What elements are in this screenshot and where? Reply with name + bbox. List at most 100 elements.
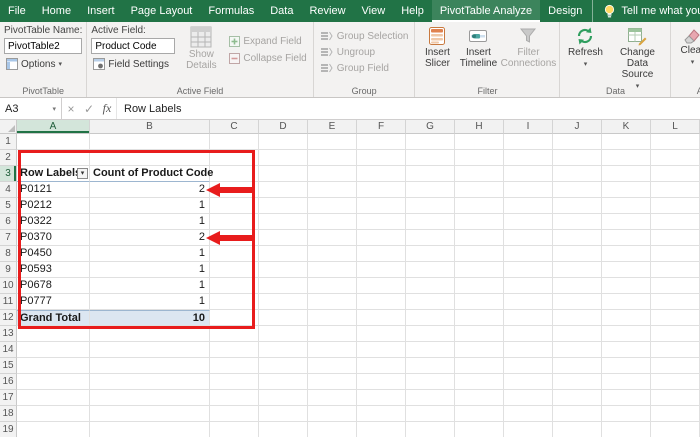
cell-J12[interactable] <box>553 310 602 326</box>
cell-I11[interactable] <box>504 294 553 310</box>
tab-formulas[interactable]: Formulas <box>200 0 262 22</box>
cell-B11[interactable]: 1 <box>90 294 210 310</box>
cell-F1[interactable] <box>357 134 406 150</box>
tab-design[interactable]: Design <box>540 0 590 22</box>
cell-I14[interactable] <box>504 342 553 358</box>
cell-D17[interactable] <box>259 390 308 406</box>
cell-G14[interactable] <box>406 342 455 358</box>
cell-K3[interactable] <box>602 166 651 182</box>
cell-D4[interactable] <box>259 182 308 198</box>
cell-F9[interactable] <box>357 262 406 278</box>
cell-E15[interactable] <box>308 358 357 374</box>
tab-home[interactable]: Home <box>34 0 79 22</box>
insert-timeline-button[interactable]: Insert Timeline <box>457 25 499 70</box>
cell-L16[interactable] <box>651 374 700 390</box>
row-header-9[interactable]: 9 <box>0 262 17 278</box>
row-header-13[interactable]: 13 <box>0 326 17 342</box>
column-header-I[interactable]: I <box>504 120 553 134</box>
cell-K5[interactable] <box>602 198 651 214</box>
cell-E8[interactable] <box>308 246 357 262</box>
cell-E16[interactable] <box>308 374 357 390</box>
cell-C9[interactable] <box>210 262 259 278</box>
cell-A5[interactable]: P0212 <box>17 198 90 214</box>
cell-C13[interactable] <box>210 326 259 342</box>
cell-F2[interactable] <box>357 150 406 166</box>
column-header-F[interactable]: F <box>357 120 406 134</box>
expand-field-button[interactable]: Expand Field <box>227 35 308 48</box>
cell-D18[interactable] <box>259 406 308 422</box>
cancel-button[interactable]: × <box>62 98 80 119</box>
cell-I19[interactable] <box>504 422 553 437</box>
cell-J15[interactable] <box>553 358 602 374</box>
cell-L5[interactable] <box>651 198 700 214</box>
cell-E5[interactable] <box>308 198 357 214</box>
cell-K14[interactable] <box>602 342 651 358</box>
cell-K11[interactable] <box>602 294 651 310</box>
cell-F3[interactable] <box>357 166 406 182</box>
cell-K18[interactable] <box>602 406 651 422</box>
cell-D15[interactable] <box>259 358 308 374</box>
cell-J7[interactable] <box>553 230 602 246</box>
cell-G18[interactable] <box>406 406 455 422</box>
cell-K12[interactable] <box>602 310 651 326</box>
cell-L10[interactable] <box>651 278 700 294</box>
cell-A17[interactable] <box>17 390 90 406</box>
row-header-2[interactable]: 2 <box>0 150 17 166</box>
row-header-17[interactable]: 17 <box>0 390 17 406</box>
cell-G3[interactable] <box>406 166 455 182</box>
cell-B1[interactable] <box>90 134 210 150</box>
cell-L8[interactable] <box>651 246 700 262</box>
cell-K4[interactable] <box>602 182 651 198</box>
cell-A13[interactable] <box>17 326 90 342</box>
cell-F17[interactable] <box>357 390 406 406</box>
cell-A4[interactable]: P0121 <box>17 182 90 198</box>
cell-G10[interactable] <box>406 278 455 294</box>
chevron-down-icon[interactable]: ▾ <box>52 105 56 113</box>
cell-K1[interactable] <box>602 134 651 150</box>
cell-D6[interactable] <box>259 214 308 230</box>
cell-C7[interactable] <box>210 230 259 246</box>
cell-L12[interactable] <box>651 310 700 326</box>
cell-B13[interactable] <box>90 326 210 342</box>
cell-B9[interactable]: 1 <box>90 262 210 278</box>
cell-F16[interactable] <box>357 374 406 390</box>
row-header-19[interactable]: 19 <box>0 422 17 437</box>
cell-A11[interactable]: P0777 <box>17 294 90 310</box>
cell-E4[interactable] <box>308 182 357 198</box>
cell-C15[interactable] <box>210 358 259 374</box>
cell-K13[interactable] <box>602 326 651 342</box>
cell-H3[interactable] <box>455 166 504 182</box>
cell-H2[interactable] <box>455 150 504 166</box>
cell-B15[interactable] <box>90 358 210 374</box>
cell-C12[interactable] <box>210 310 259 326</box>
cell-C4[interactable] <box>210 182 259 198</box>
column-header-G[interactable]: G <box>406 120 455 134</box>
cell-B4[interactable]: 2 <box>90 182 210 198</box>
cell-D2[interactable] <box>259 150 308 166</box>
cell-I8[interactable] <box>504 246 553 262</box>
cell-B5[interactable]: 1 <box>90 198 210 214</box>
cell-G15[interactable] <box>406 358 455 374</box>
row-header-14[interactable]: 14 <box>0 342 17 358</box>
insert-slicer-button[interactable]: Insert Slicer <box>419 25 455 70</box>
row-header-5[interactable]: 5 <box>0 198 17 214</box>
cell-F19[interactable] <box>357 422 406 437</box>
cell-B3[interactable]: Count of Product Code <box>90 166 213 182</box>
select-all-corner[interactable] <box>0 120 17 134</box>
cell-E12[interactable] <box>308 310 357 326</box>
column-header-L[interactable]: L <box>651 120 700 134</box>
cell-H18[interactable] <box>455 406 504 422</box>
cell-E18[interactable] <box>308 406 357 422</box>
column-header-C[interactable]: C <box>210 120 259 134</box>
cell-H16[interactable] <box>455 374 504 390</box>
cell-H15[interactable] <box>455 358 504 374</box>
cell-K15[interactable] <box>602 358 651 374</box>
change-data-source-button[interactable]: Change Data Source ▾ <box>608 25 666 93</box>
cell-D10[interactable] <box>259 278 308 294</box>
group-selection-button[interactable]: Group Selection <box>318 29 411 43</box>
cell-D16[interactable] <box>259 374 308 390</box>
cell-H12[interactable] <box>455 310 504 326</box>
cell-I2[interactable] <box>504 150 553 166</box>
cell-F13[interactable] <box>357 326 406 342</box>
cell-F8[interactable] <box>357 246 406 262</box>
